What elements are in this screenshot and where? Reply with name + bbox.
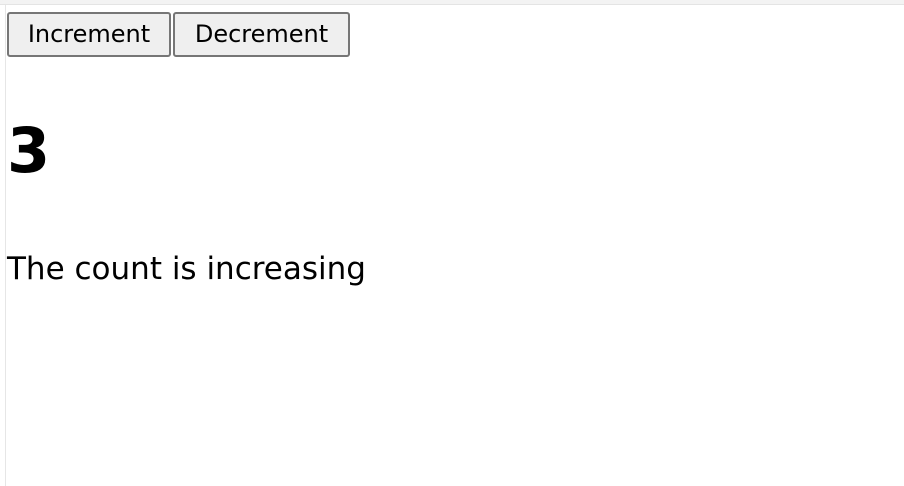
button-row: Increment Decrement bbox=[7, 12, 904, 57]
count-value: 3 bbox=[7, 114, 51, 187]
count-status-text: The count is increasing bbox=[7, 251, 366, 287]
decrement-button[interactable]: Decrement bbox=[173, 12, 350, 57]
viewport-left-border bbox=[0, 5, 6, 486]
viewport-top-border bbox=[0, 0, 904, 5]
counter-app: Increment Decrement 3 The count is incre… bbox=[7, 12, 904, 486]
increment-button[interactable]: Increment bbox=[7, 12, 171, 57]
